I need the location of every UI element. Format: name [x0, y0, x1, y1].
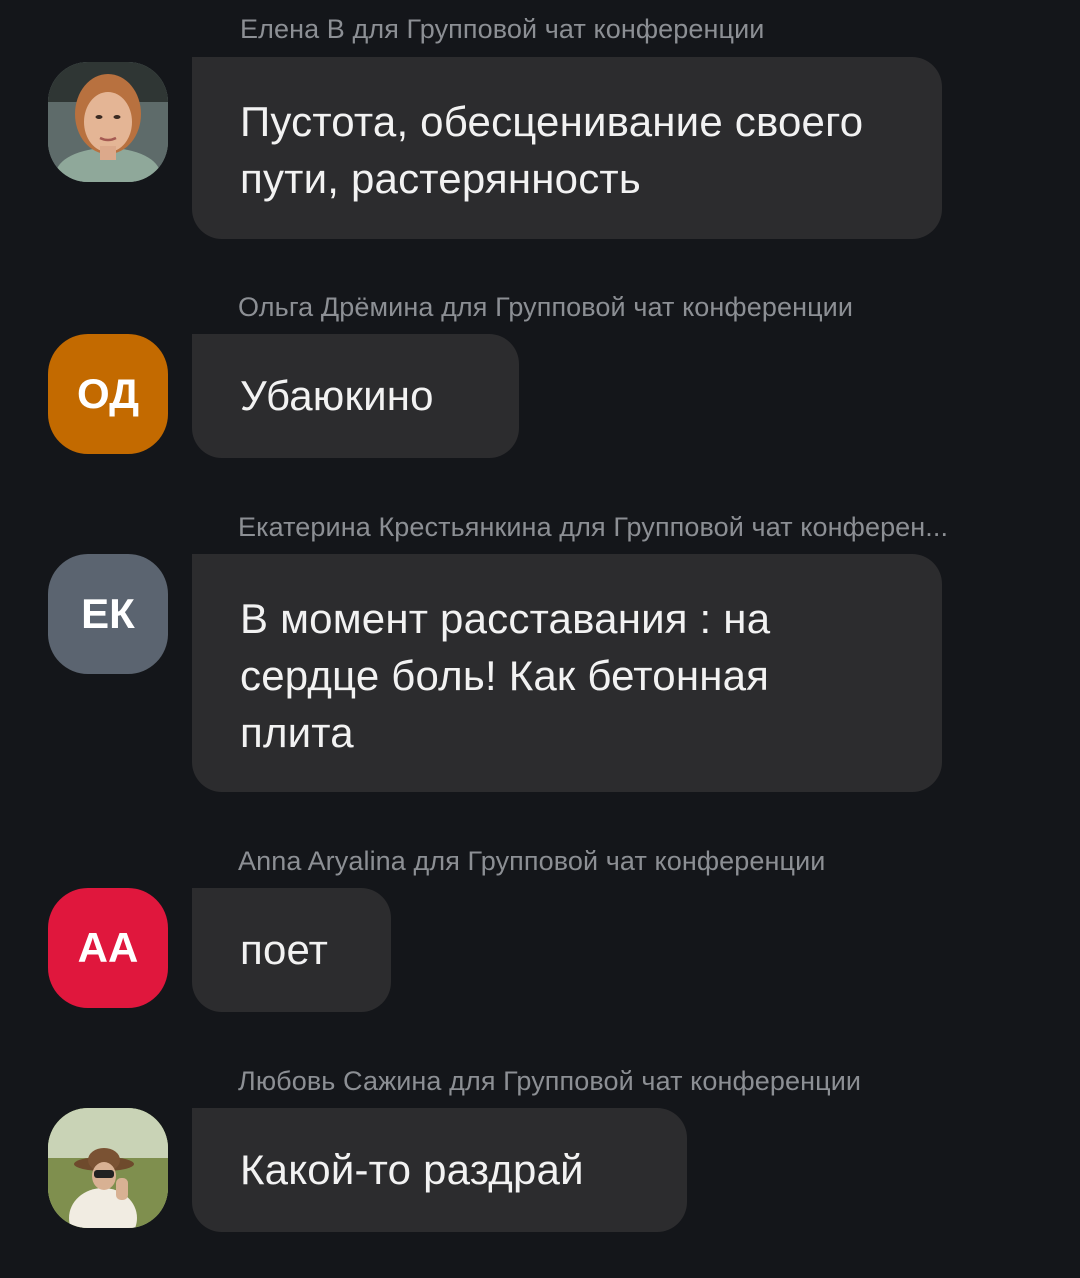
message-sender: Ольга Дрёмина для Групповой чат конферен… [238, 292, 854, 322]
message-sender: Екатерина Крестьянкина для Групповой чат… [238, 512, 949, 542]
message-bubble[interactable]: Какой-то раздрай [192, 1108, 687, 1232]
message-bubble[interactable]: Убаюкино [192, 334, 519, 458]
user-photo-elena-icon[interactable] [48, 62, 168, 182]
message-bubble[interactable]: Пустота, обесценивание своего пути, раст… [192, 57, 942, 239]
message-sender: Anna Aryalina для Групповой чат конферен… [238, 846, 826, 876]
avatar-initials[interactable]: ЕК [48, 554, 168, 674]
message-bubble[interactable]: поет [192, 888, 391, 1012]
avatar-initials[interactable]: АА [48, 888, 168, 1008]
avatar-initials[interactable]: ОД [48, 334, 168, 454]
message-bubble[interactable]: В момент расставания : на сердце боль! К… [192, 554, 942, 792]
user-photo-lyubov-icon[interactable] [48, 1108, 168, 1228]
message-sender: Елена В для Групповой чат конференции [240, 14, 765, 44]
chat-message-list[interactable]: Елена В для Групповой чат конференции Пу… [0, 0, 1080, 1278]
message-sender: Любовь Сажина для Групповой чат конферен… [238, 1066, 862, 1096]
